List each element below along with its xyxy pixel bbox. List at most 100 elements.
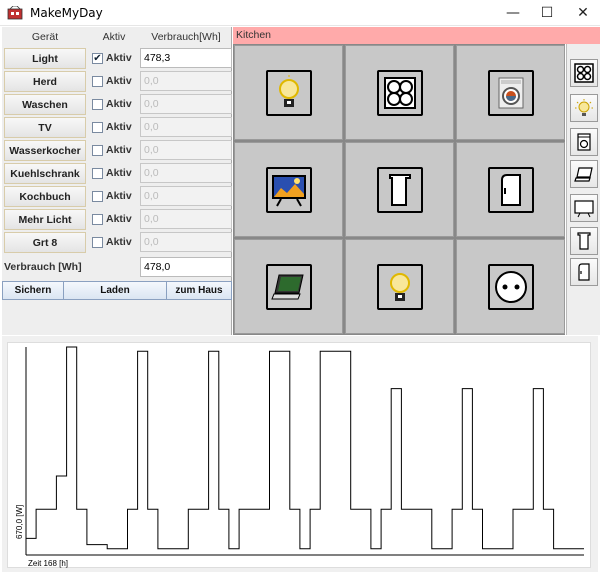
active-label: Aktiv xyxy=(106,167,132,179)
toolbar-tv-button[interactable] xyxy=(570,194,598,222)
minimize-button[interactable]: — xyxy=(496,0,530,26)
washing-machine-icon xyxy=(498,77,524,109)
laptop-icon xyxy=(574,167,593,182)
consumption-field[interactable]: 0,0 xyxy=(140,117,232,137)
toolbar-stove-button[interactable] xyxy=(570,59,598,87)
header-consumption: Verbrauch[Wh] xyxy=(151,31,221,43)
device-button[interactable]: Grt 8 xyxy=(4,232,86,253)
total-value[interactable]: 478,0 xyxy=(140,257,232,277)
x-axis-label: Zeit 168 [h] xyxy=(28,559,68,568)
active-checkbox[interactable]: ✔ xyxy=(92,53,103,64)
consumption-field[interactable]: 0,0 xyxy=(140,71,232,91)
header-device: Gerät xyxy=(31,31,59,43)
toolbar-washing-machine-button[interactable] xyxy=(570,128,598,156)
device-button[interactable]: Kochbuch xyxy=(4,186,86,207)
tv-icon xyxy=(272,175,306,207)
device-button[interactable]: TV xyxy=(4,117,86,138)
toolbar-lightbulb-button[interactable] xyxy=(570,94,598,122)
header-active: Aktiv xyxy=(102,31,126,43)
device-row: TV Aktiv 0,0 xyxy=(2,116,232,139)
home-button[interactable]: zum Haus xyxy=(166,281,232,300)
active-checkbox[interactable] xyxy=(92,214,103,225)
active-label: Aktiv xyxy=(106,98,132,110)
device-row: Herd Aktiv 0,0 xyxy=(2,70,232,93)
title-bar: MakeMyDay — ☐ ✕ xyxy=(0,0,600,26)
active-label: Aktiv xyxy=(106,52,132,64)
active-checkbox[interactable] xyxy=(92,168,103,179)
series-line xyxy=(26,346,584,550)
power-outlet-icon xyxy=(495,271,527,303)
app-icon xyxy=(7,6,23,20)
device-row: Light ✔ Aktiv 478,3 xyxy=(2,47,232,70)
device-row: Kuehlschrank Aktiv 0,0 xyxy=(2,162,232,185)
device-button[interactable]: Wasserkocher xyxy=(4,140,86,161)
tv-icon xyxy=(574,200,594,218)
active-label: Aktiv xyxy=(106,190,132,202)
device-toolbar xyxy=(566,44,600,335)
stove-icon xyxy=(574,63,594,83)
active-label: Aktiv xyxy=(106,121,132,133)
device-row: Wasserkocher Aktiv 0,0 xyxy=(2,139,232,162)
consumption-field[interactable]: 0,0 xyxy=(140,94,232,114)
consumption-field[interactable]: 478,3 xyxy=(140,48,232,68)
kettle-icon xyxy=(389,174,411,206)
active-checkbox[interactable] xyxy=(92,145,103,156)
save-button[interactable]: Sichern xyxy=(2,281,64,300)
device-row: Grt 8 Aktiv 0,0 xyxy=(2,231,232,254)
tile-2[interactable] xyxy=(345,45,454,140)
kettle-icon xyxy=(577,232,591,250)
tile-5[interactable] xyxy=(345,142,454,237)
consumption-field[interactable]: 0,0 xyxy=(140,163,232,183)
laptop-icon xyxy=(271,274,304,300)
active-checkbox[interactable] xyxy=(92,76,103,87)
chart-panel: 670,0 [W] Zeit 168 [h] xyxy=(2,336,598,572)
device-button[interactable]: Light xyxy=(4,48,86,69)
room-name: Kitchen xyxy=(233,27,600,44)
maximize-button[interactable]: ☐ xyxy=(530,0,564,26)
tile-1[interactable] xyxy=(234,45,343,140)
chart-svg: 670,0 [W] Zeit 168 [h] xyxy=(15,346,584,568)
consumption-field[interactable]: 0,0 xyxy=(140,209,232,229)
power-chart: 670,0 [W] Zeit 168 [h] xyxy=(7,342,591,568)
active-label: Aktiv xyxy=(106,236,132,248)
active-label: Aktiv xyxy=(106,75,132,87)
tile-8[interactable] xyxy=(345,239,454,334)
fridge-icon xyxy=(501,174,521,206)
device-button[interactable]: Kuehlschrank xyxy=(4,163,86,184)
lightbulb-icon xyxy=(575,99,593,116)
window-title: MakeMyDay xyxy=(30,6,103,20)
tile-4[interactable] xyxy=(234,142,343,237)
device-button[interactable]: Herd xyxy=(4,71,86,92)
total-label: Verbrauch [Wh] xyxy=(4,261,82,273)
consumption-field[interactable]: 0,0 xyxy=(140,140,232,160)
active-checkbox[interactable] xyxy=(92,237,103,248)
washing-machine-icon xyxy=(577,133,591,151)
tile-7[interactable] xyxy=(234,239,343,334)
active-label: Aktiv xyxy=(106,144,132,156)
stove-icon xyxy=(384,77,416,109)
close-button[interactable]: ✕ xyxy=(566,0,600,26)
active-checkbox[interactable] xyxy=(92,122,103,133)
y-axis-label: 670,0 [W] xyxy=(15,505,24,539)
active-label: Aktiv xyxy=(106,213,132,225)
device-row: Mehr Licht Aktiv 0,0 xyxy=(2,208,232,231)
active-checkbox[interactable] xyxy=(92,191,103,202)
consumption-field[interactable]: 0,0 xyxy=(140,232,232,252)
device-button[interactable]: Mehr Licht xyxy=(4,209,86,230)
device-button[interactable]: Waschen xyxy=(4,94,86,115)
load-button[interactable]: Laden xyxy=(63,281,167,300)
toolbar-fridge-button[interactable] xyxy=(570,258,598,286)
device-row: Waschen Aktiv 0,0 xyxy=(2,93,232,116)
tile-6[interactable] xyxy=(456,142,565,237)
fridge-icon xyxy=(578,263,590,281)
consumption-field[interactable]: 0,0 xyxy=(140,186,232,206)
toolbar-laptop-button[interactable] xyxy=(570,160,598,188)
device-row: Kochbuch Aktiv 0,0 xyxy=(2,185,232,208)
active-checkbox[interactable] xyxy=(92,99,103,110)
device-panel: Gerät Aktiv Verbrauch[Wh] Light ✔ Aktiv 478… xyxy=(2,27,232,335)
device-tile-grid xyxy=(233,44,565,335)
tile-9[interactable] xyxy=(456,239,565,334)
toolbar-kettle-button[interactable] xyxy=(570,227,598,255)
lightbulb-icon xyxy=(279,75,299,107)
tile-3[interactable] xyxy=(456,45,565,140)
